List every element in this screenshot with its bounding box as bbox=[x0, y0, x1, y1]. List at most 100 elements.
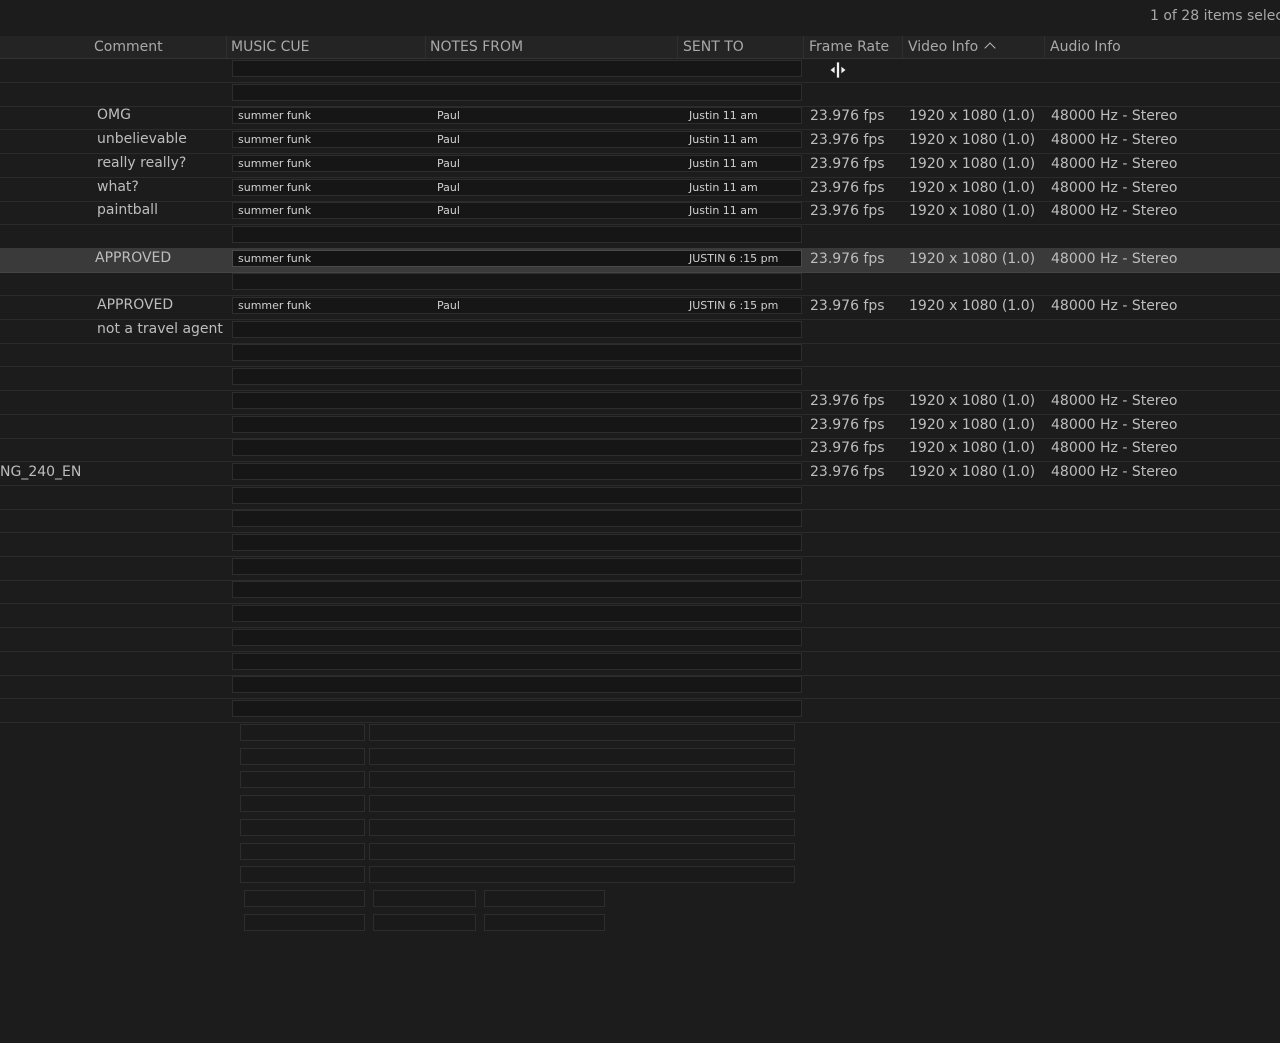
table-row[interactable]: APPROVED summer funk JUSTIN 6 :15 pm 23.976… bbox=[0, 247, 1280, 273]
table-row[interactable]: 23.976 fps 1920 x 1080 (1.0) 48000 Hz - St… bbox=[0, 414, 1280, 439]
empty-field[interactable] bbox=[240, 842, 365, 860]
table-row[interactable]: APPROVED summer funk Paul JUSTIN 6 :15 pm 23… bbox=[0, 295, 1280, 320]
metadata-field[interactable] bbox=[232, 462, 802, 480]
empty-field[interactable] bbox=[240, 795, 365, 813]
table-row[interactable] bbox=[0, 485, 1280, 510]
music-cue-cell[interactable]: summer funk bbox=[238, 204, 311, 217]
metadata-field[interactable] bbox=[232, 534, 802, 551]
sent-to-cell[interactable]: JUSTIN 6 :15 pm bbox=[689, 252, 778, 265]
table-row[interactable] bbox=[0, 271, 1280, 297]
music-cue-cell[interactable]: summer funk bbox=[238, 181, 311, 194]
empty-field[interactable] bbox=[240, 818, 365, 836]
empty-field[interactable] bbox=[244, 913, 365, 931]
metadata-field[interactable] bbox=[232, 60, 802, 77]
column-divider[interactable] bbox=[226, 36, 227, 58]
comment-cell[interactable]: not a travel agent bbox=[97, 321, 223, 337]
metadata-field[interactable] bbox=[232, 699, 802, 717]
empty-field[interactable] bbox=[484, 890, 605, 907]
table-row[interactable] bbox=[0, 342, 1280, 368]
sent-to-cell[interactable]: JUSTIN 6 :15 pm bbox=[689, 299, 778, 312]
metadata-field[interactable] bbox=[232, 439, 802, 457]
table-row[interactable] bbox=[0, 532, 1280, 557]
table-row[interactable]: what? summer funk Paul Justin 11 am 23.976 f… bbox=[0, 177, 1280, 202]
table-row[interactable]: NG_240_EN 23.976 fps 1920 x 1080 (1.0) 4800… bbox=[0, 461, 1280, 486]
table-row[interactable] bbox=[0, 627, 1280, 652]
metadata-field[interactable] bbox=[232, 628, 802, 646]
table-row[interactable]: OMG summer funk Paul Justin 11 am 23.976 fps… bbox=[0, 105, 1280, 131]
table-row[interactable]: not a travel agent bbox=[0, 319, 1280, 344]
table-row[interactable] bbox=[0, 508, 1280, 534]
metadata-field[interactable] bbox=[232, 273, 802, 291]
column-divider[interactable] bbox=[1044, 36, 1045, 58]
table-row[interactable] bbox=[0, 579, 1280, 605]
empty-field[interactable] bbox=[484, 913, 605, 931]
music-cue-cell[interactable]: summer funk bbox=[238, 157, 311, 170]
comment-cell[interactable]: APPROVED bbox=[95, 250, 171, 266]
empty-field[interactable] bbox=[240, 866, 365, 884]
notes-from-cell[interactable]: Paul bbox=[437, 133, 460, 146]
table-row[interactable] bbox=[0, 698, 1280, 723]
empty-field[interactable] bbox=[369, 724, 795, 741]
sent-to-cell[interactable]: Justin 11 am bbox=[689, 204, 758, 217]
empty-field[interactable] bbox=[369, 842, 795, 860]
notes-from-cell[interactable]: Paul bbox=[437, 157, 460, 170]
music-cue-cell[interactable]: summer funk bbox=[238, 109, 311, 122]
metadata-field[interactable] bbox=[232, 391, 802, 409]
table-row[interactable] bbox=[0, 82, 1280, 107]
table-row[interactable]: 23.976 fps 1920 x 1080 (1.0) 48000 Hz - St… bbox=[0, 437, 1280, 463]
column-divider[interactable] bbox=[677, 36, 678, 58]
notes-from-cell[interactable]: Paul bbox=[437, 299, 460, 312]
table-row[interactable]: unbelievable summer funk Paul Justin 11 am 2… bbox=[0, 129, 1280, 155]
table-row[interactable]: paintball summer funk Paul Justin 11 am 23.9… bbox=[0, 200, 1280, 226]
table-row[interactable]: really really? summer funk Paul Justin 11 a… bbox=[0, 153, 1280, 178]
table-row[interactable] bbox=[0, 651, 1280, 676]
header-music-cue[interactable]: MUSIC CUE bbox=[231, 39, 309, 55]
empty-field[interactable] bbox=[369, 771, 795, 789]
notes-from-cell[interactable]: Paul bbox=[437, 109, 460, 122]
metadata-field[interactable] bbox=[232, 320, 802, 338]
music-cue-cell[interactable]: summer funk bbox=[238, 133, 311, 146]
table-row[interactable] bbox=[0, 224, 1280, 249]
metadata-field[interactable] bbox=[232, 368, 802, 386]
header-comment[interactable]: Comment bbox=[94, 39, 163, 55]
column-divider[interactable] bbox=[425, 36, 426, 58]
empty-field[interactable] bbox=[369, 866, 795, 884]
comment-cell[interactable]: really really? bbox=[97, 155, 186, 171]
header-video-info[interactable]: Video Info bbox=[908, 39, 996, 55]
metadata-field[interactable] bbox=[232, 486, 802, 504]
column-divider[interactable] bbox=[902, 36, 903, 58]
empty-field[interactable] bbox=[369, 818, 795, 836]
empty-field[interactable] bbox=[369, 747, 795, 765]
table-row[interactable]: 23.976 fps 1920 x 1080 (1.0) 48000 Hz - St… bbox=[0, 390, 1280, 415]
notes-from-cell[interactable]: Paul bbox=[437, 181, 460, 194]
sent-to-cell[interactable]: Justin 11 am bbox=[689, 157, 758, 170]
metadata-field[interactable] bbox=[232, 510, 802, 528]
table-row[interactable] bbox=[0, 58, 1280, 83]
music-cue-cell[interactable]: summer funk bbox=[238, 299, 311, 312]
empty-field[interactable] bbox=[240, 724, 365, 741]
header-sent-to[interactable]: SENT TO bbox=[683, 39, 744, 55]
sent-to-cell[interactable]: Justin 11 am bbox=[689, 109, 758, 122]
music-cue-cell[interactable]: summer funk bbox=[238, 252, 311, 265]
empty-field[interactable] bbox=[240, 747, 365, 765]
metadata-field[interactable] bbox=[232, 344, 802, 362]
comment-cell[interactable]: unbelievable bbox=[97, 131, 187, 147]
metadata-field[interactable] bbox=[232, 652, 802, 670]
empty-field[interactable] bbox=[369, 795, 795, 813]
column-divider[interactable] bbox=[803, 36, 804, 58]
table-row[interactable] bbox=[0, 556, 1280, 581]
empty-field[interactable] bbox=[373, 913, 476, 931]
metadata-field[interactable] bbox=[232, 605, 802, 623]
empty-field[interactable] bbox=[373, 890, 476, 907]
sent-to-cell[interactable]: Justin 11 am bbox=[689, 133, 758, 146]
metadata-field[interactable] bbox=[232, 676, 802, 694]
comment-cell[interactable]: what? bbox=[97, 179, 139, 195]
table-row[interactable] bbox=[0, 674, 1280, 700]
sent-to-cell[interactable]: Justin 11 am bbox=[689, 181, 758, 194]
header-audio-info[interactable]: Audio Info bbox=[1050, 39, 1121, 55]
metadata-field[interactable] bbox=[232, 581, 802, 599]
metadata-field[interactable] bbox=[232, 83, 802, 101]
comment-cell[interactable]: OMG bbox=[97, 107, 131, 123]
metadata-field[interactable] bbox=[232, 557, 802, 575]
metadata-field[interactable] bbox=[232, 415, 802, 433]
